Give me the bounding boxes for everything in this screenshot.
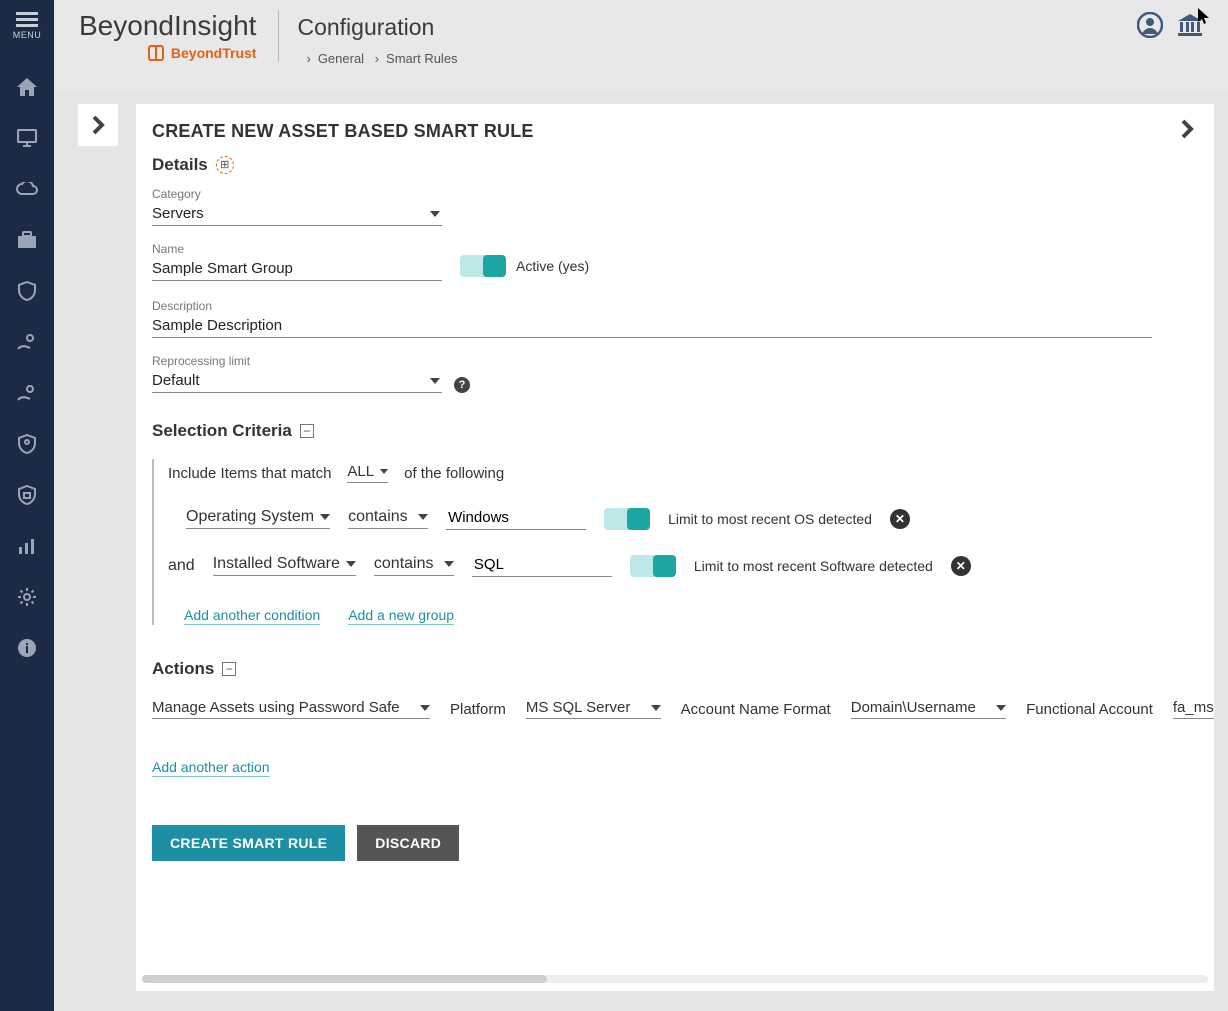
brand-subtitle: BeyondTrust bbox=[147, 44, 257, 62]
actions-section-title: Actions bbox=[152, 659, 214, 679]
hand-gear-icon[interactable] bbox=[15, 330, 39, 354]
lock-shield-icon[interactable] bbox=[15, 483, 39, 507]
cond1-limit-toggle[interactable] bbox=[604, 508, 650, 530]
active-toggle[interactable] bbox=[460, 255, 506, 277]
cond2-limit-label: Limit to most recent Software detected bbox=[694, 558, 933, 574]
hand-user-icon[interactable] bbox=[15, 381, 39, 405]
cloud-icon[interactable] bbox=[15, 177, 39, 201]
brand-title: BeyondInsight bbox=[79, 10, 256, 42]
actions-collapse-icon[interactable]: − bbox=[222, 662, 236, 676]
sidebar: MENU bbox=[0, 0, 54, 1011]
smart-rule-panel: CREATE NEW ASSET BASED SMART RULE Detail… bbox=[136, 104, 1214, 991]
reprocessing-label: Reprocessing limit bbox=[152, 354, 442, 368]
brand-logo-icon bbox=[147, 44, 165, 62]
criteria-include-suffix: of the following bbox=[404, 465, 504, 482]
cond1-remove-button[interactable]: ✕ bbox=[890, 509, 910, 529]
briefcase-icon[interactable] bbox=[15, 228, 39, 252]
menu-button[interactable]: MENU bbox=[13, 12, 42, 40]
horizontal-scrollbar[interactable] bbox=[142, 975, 1208, 985]
cond1-operator-select[interactable]: contains bbox=[348, 508, 428, 529]
chevron-right-icon bbox=[1180, 118, 1194, 140]
name-label: Name bbox=[152, 242, 442, 256]
expand-left-panel-button[interactable] bbox=[78, 104, 118, 146]
platform-label: Platform bbox=[450, 701, 506, 718]
criteria-section-title: Selection Criteria bbox=[152, 421, 292, 441]
collapse-panel-button[interactable] bbox=[1180, 118, 1194, 145]
panel-title: CREATE NEW ASSET BASED SMART RULE bbox=[152, 121, 534, 142]
description-input[interactable] bbox=[152, 315, 1152, 338]
chevron-right-icon bbox=[91, 114, 105, 136]
details-expand-icon[interactable]: ⊞ bbox=[216, 156, 234, 174]
menu-label: MENU bbox=[13, 30, 42, 40]
discard-button[interactable]: DISCARD bbox=[357, 825, 459, 861]
platform-select[interactable]: MS SQL Server bbox=[526, 699, 661, 719]
description-label: Description bbox=[152, 299, 1198, 313]
add-action-link[interactable]: Add another action bbox=[152, 759, 270, 777]
criteria-collapse-icon[interactable]: − bbox=[300, 424, 314, 438]
home-icon[interactable] bbox=[15, 75, 39, 99]
active-label: Active (yes) bbox=[516, 258, 589, 274]
add-condition-link[interactable]: Add another condition bbox=[184, 607, 320, 625]
shield-icon[interactable] bbox=[15, 279, 39, 303]
breadcrumb-general[interactable]: General bbox=[318, 51, 364, 66]
info-icon[interactable] bbox=[15, 636, 39, 660]
cond2-and-label: and bbox=[168, 557, 195, 575]
action-type-select[interactable]: Manage Assets using Password Safe bbox=[152, 699, 430, 719]
cond2-type-select[interactable]: Installed Software bbox=[213, 555, 356, 576]
breadcrumb-smart-rules[interactable]: Smart Rules bbox=[386, 51, 458, 66]
cond2-operator-select[interactable]: contains bbox=[374, 555, 454, 576]
account-format-select[interactable]: Domain\Username bbox=[851, 699, 1006, 719]
functional-account-label: Functional Account bbox=[1026, 701, 1153, 718]
breadcrumb: ›General ›Smart Rules bbox=[299, 51, 457, 66]
cond2-limit-toggle[interactable] bbox=[630, 555, 676, 577]
monitor-icon[interactable] bbox=[15, 126, 39, 150]
add-group-link[interactable]: Add a new group bbox=[348, 607, 454, 625]
criteria-include-prefix: Include Items that match bbox=[168, 465, 331, 482]
cond1-type-select[interactable]: Operating System bbox=[186, 508, 330, 529]
help-icon[interactable]: ? bbox=[454, 377, 470, 393]
account-icon[interactable] bbox=[1137, 12, 1163, 43]
category-label: Category bbox=[152, 187, 1198, 201]
gear-icon[interactable] bbox=[15, 585, 39, 609]
page-title: Configuration bbox=[297, 14, 457, 41]
details-section-title: Details bbox=[152, 155, 208, 175]
cond1-value-input[interactable] bbox=[446, 507, 586, 530]
create-smart-rule-button[interactable]: CREATE SMART RULE bbox=[152, 825, 345, 861]
account-format-label: Account Name Format bbox=[681, 701, 831, 718]
name-input[interactable] bbox=[152, 258, 442, 281]
match-mode-select[interactable]: ALL bbox=[347, 463, 388, 483]
key-shield-icon[interactable] bbox=[15, 432, 39, 456]
hamburger-icon bbox=[16, 12, 38, 28]
category-select[interactable]: Servers bbox=[152, 203, 442, 226]
chart-icon[interactable] bbox=[15, 534, 39, 558]
reprocessing-select[interactable]: Default bbox=[152, 370, 442, 393]
cond1-limit-label: Limit to most recent OS detected bbox=[668, 511, 872, 527]
cursor-icon bbox=[1198, 8, 1210, 27]
functional-account-select[interactable]: fa_mssql bbox=[1173, 699, 1214, 719]
cond2-value-input[interactable] bbox=[472, 554, 612, 577]
cond2-remove-button[interactable]: ✕ bbox=[951, 556, 971, 576]
header: BeyondInsight BeyondTrust Configuration … bbox=[54, 0, 1228, 90]
